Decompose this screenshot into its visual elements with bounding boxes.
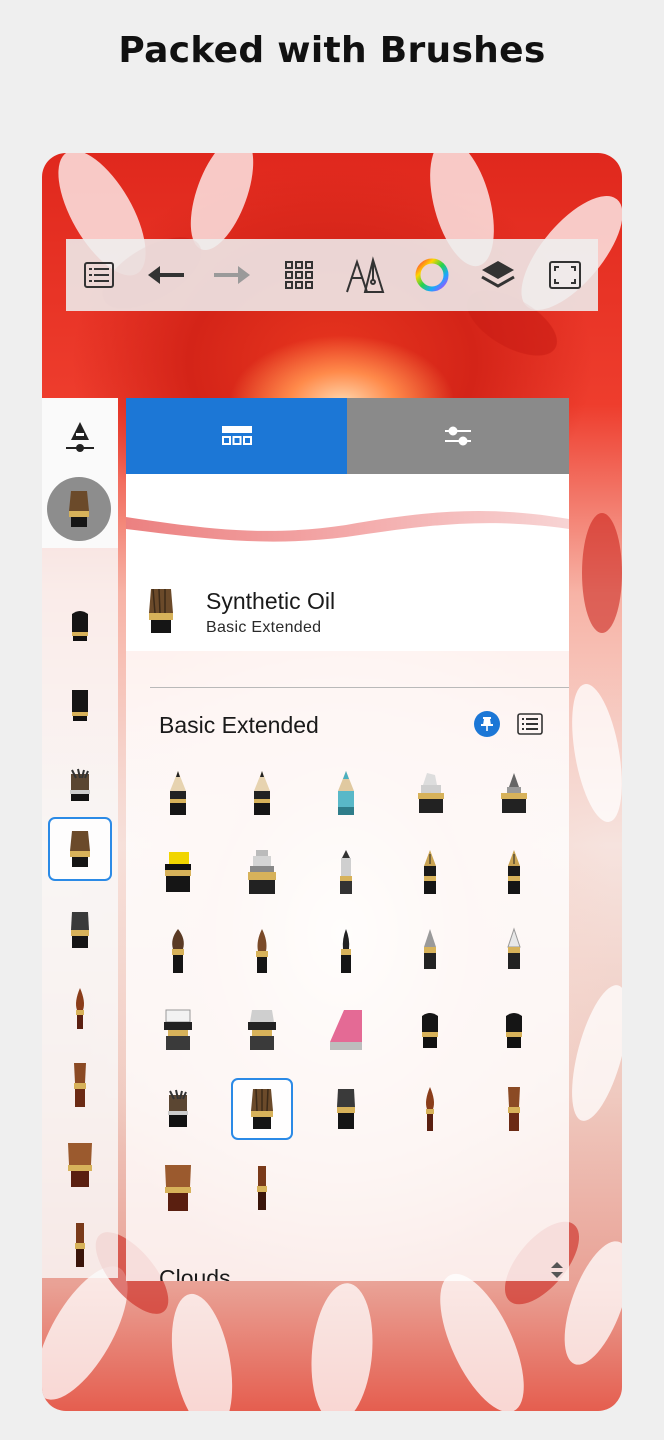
brush-synthetic-oil-tile[interactable] — [231, 1078, 293, 1140]
list-view-icon[interactable] — [516, 710, 544, 738]
brush-round-brush-tile[interactable] — [147, 920, 209, 982]
round-paint-brush-icon — [426, 1087, 434, 1131]
rail-brush-6[interactable] — [48, 976, 112, 1040]
selected-brush-icon — [144, 587, 178, 640]
brush-pencil-tile[interactable] — [147, 762, 209, 824]
rail-brush-3[interactable] — [48, 753, 112, 817]
divider — [150, 687, 569, 688]
synthetic-oil-brush-icon — [69, 491, 89, 527]
eraser-hard-icon — [164, 1009, 192, 1050]
brush-highlighter-tile[interactable] — [147, 841, 209, 903]
highlighter-icon — [165, 852, 191, 892]
brush-ink-brush-tile[interactable] — [231, 920, 293, 982]
next-section: Clouds — [126, 1261, 569, 1281]
brush-flat-brush-tile[interactable] — [147, 1078, 209, 1140]
rail-brush-1[interactable] — [48, 593, 112, 657]
rail-brush-5[interactable] — [48, 898, 112, 962]
flat-paint-brush-icon — [508, 1087, 520, 1131]
pencil-icon — [170, 771, 186, 815]
ink-pen-icon — [248, 850, 276, 894]
brush-settings-icon — [445, 426, 471, 446]
brush-thin-flat-brush-tile[interactable] — [231, 1157, 293, 1219]
soft-brush-icon — [507, 927, 521, 969]
redo-icon[interactable] — [204, 247, 260, 303]
flat-marker-icon — [422, 1013, 438, 1048]
selected-brush-set: Basic Extended — [206, 619, 322, 636]
brush-filbert-brush-tile[interactable] — [315, 1078, 377, 1140]
pin-icon[interactable] — [474, 711, 500, 737]
brush-eraser-hard-tile[interactable] — [147, 999, 209, 1061]
rail-brush-7[interactable] — [48, 1053, 112, 1117]
current-brush-button[interactable] — [47, 477, 111, 541]
rail-brush-8[interactable] — [48, 1133, 112, 1197]
ballpoint-icon — [340, 850, 352, 894]
brush-fine-liner-tile[interactable] — [315, 920, 377, 982]
brush-flat-paint-brush-tile[interactable] — [483, 1078, 545, 1140]
library-title: Basic Extended — [159, 712, 319, 738]
brush-ballpoint-tile[interactable] — [315, 841, 377, 903]
grid-icon[interactable] — [271, 247, 327, 303]
fountain-pen-icon — [508, 850, 520, 894]
undo-icon[interactable] — [138, 247, 194, 303]
eraser-soft-icon — [248, 1010, 276, 1050]
list-icon[interactable] — [71, 247, 127, 303]
rail-brush-2[interactable] — [48, 673, 112, 737]
rail-brush-9[interactable] — [48, 1213, 112, 1277]
panel-tabs — [126, 398, 569, 474]
brush-eraser-tile[interactable] — [315, 999, 377, 1061]
brush-soft-brush-tile[interactable] — [483, 920, 545, 982]
wide-flat-brush-icon — [165, 1165, 191, 1211]
filbert-brush-icon — [337, 1089, 355, 1129]
ink-brush-icon — [256, 929, 268, 973]
rail-header — [42, 398, 118, 548]
airbrush-icon — [424, 929, 436, 969]
color-wheel-icon[interactable] — [404, 247, 460, 303]
brush-chisel-marker-tile[interactable] — [399, 762, 461, 824]
brush-pencil-tile[interactable] — [231, 762, 293, 824]
toolbar — [66, 239, 598, 311]
rail-brush-selected[interactable] — [48, 817, 112, 881]
next-section-title: Clouds — [159, 1265, 231, 1281]
headline: Packed with Brushes — [118, 30, 546, 71]
brush-flat-marker-tile[interactable] — [483, 999, 545, 1061]
fountain-pen-icon — [424, 850, 436, 894]
brush-eraser-soft-tile[interactable] — [231, 999, 293, 1061]
brush-wide-flat-brush-tile[interactable] — [147, 1157, 209, 1219]
synthetic-oil-icon — [251, 1088, 273, 1129]
brush-brush-pen-tile[interactable] — [483, 762, 545, 824]
flat-brush-icon — [168, 1089, 188, 1127]
brush-size-icon[interactable] — [64, 420, 96, 459]
fine-liner-icon — [341, 929, 351, 973]
thin-flat-brush-icon — [257, 1166, 267, 1210]
layers-icon[interactable] — [470, 247, 526, 303]
brush-round-paint-brush-tile[interactable] — [399, 1078, 461, 1140]
brush-ink-pen-tile[interactable] — [231, 841, 293, 903]
colored-pencil-icon — [338, 771, 354, 815]
brush-fountain-pen-tile[interactable] — [399, 841, 461, 903]
brush-stroke-preview: Synthetic Oil Basic Extended — [126, 474, 569, 651]
brush-pen-icon — [501, 773, 527, 813]
flat-marker-icon — [506, 1013, 522, 1048]
brush-rail — [42, 398, 118, 1278]
stroke-sample — [126, 511, 569, 542]
brush-panel: Synthetic Oil Basic Extended Basic Exten… — [126, 398, 569, 1281]
selected-brush-name: Synthetic Oil — [206, 588, 336, 614]
round-brush-icon — [172, 929, 184, 973]
tab-brush-library[interactable] — [126, 398, 347, 474]
pencil-icon — [254, 771, 270, 815]
brush-colored-pencil-tile[interactable] — [315, 762, 377, 824]
brush-fountain-pen-tile[interactable] — [483, 841, 545, 903]
brush-flat-marker-tile[interactable] — [399, 999, 461, 1061]
pencil-pen-icon[interactable] — [337, 247, 393, 303]
eraser-icon — [330, 1010, 362, 1050]
sort-icon[interactable] — [550, 1261, 564, 1281]
tab-brush-settings[interactable] — [347, 398, 569, 474]
brush-airbrush-tile[interactable] — [399, 920, 461, 982]
device-screen: Synthetic Oil Basic Extended Basic Exten… — [42, 153, 622, 1411]
brush-library-icon — [221, 426, 252, 445]
fullscreen-icon[interactable] — [537, 247, 593, 303]
chisel-marker-icon — [418, 773, 444, 813]
